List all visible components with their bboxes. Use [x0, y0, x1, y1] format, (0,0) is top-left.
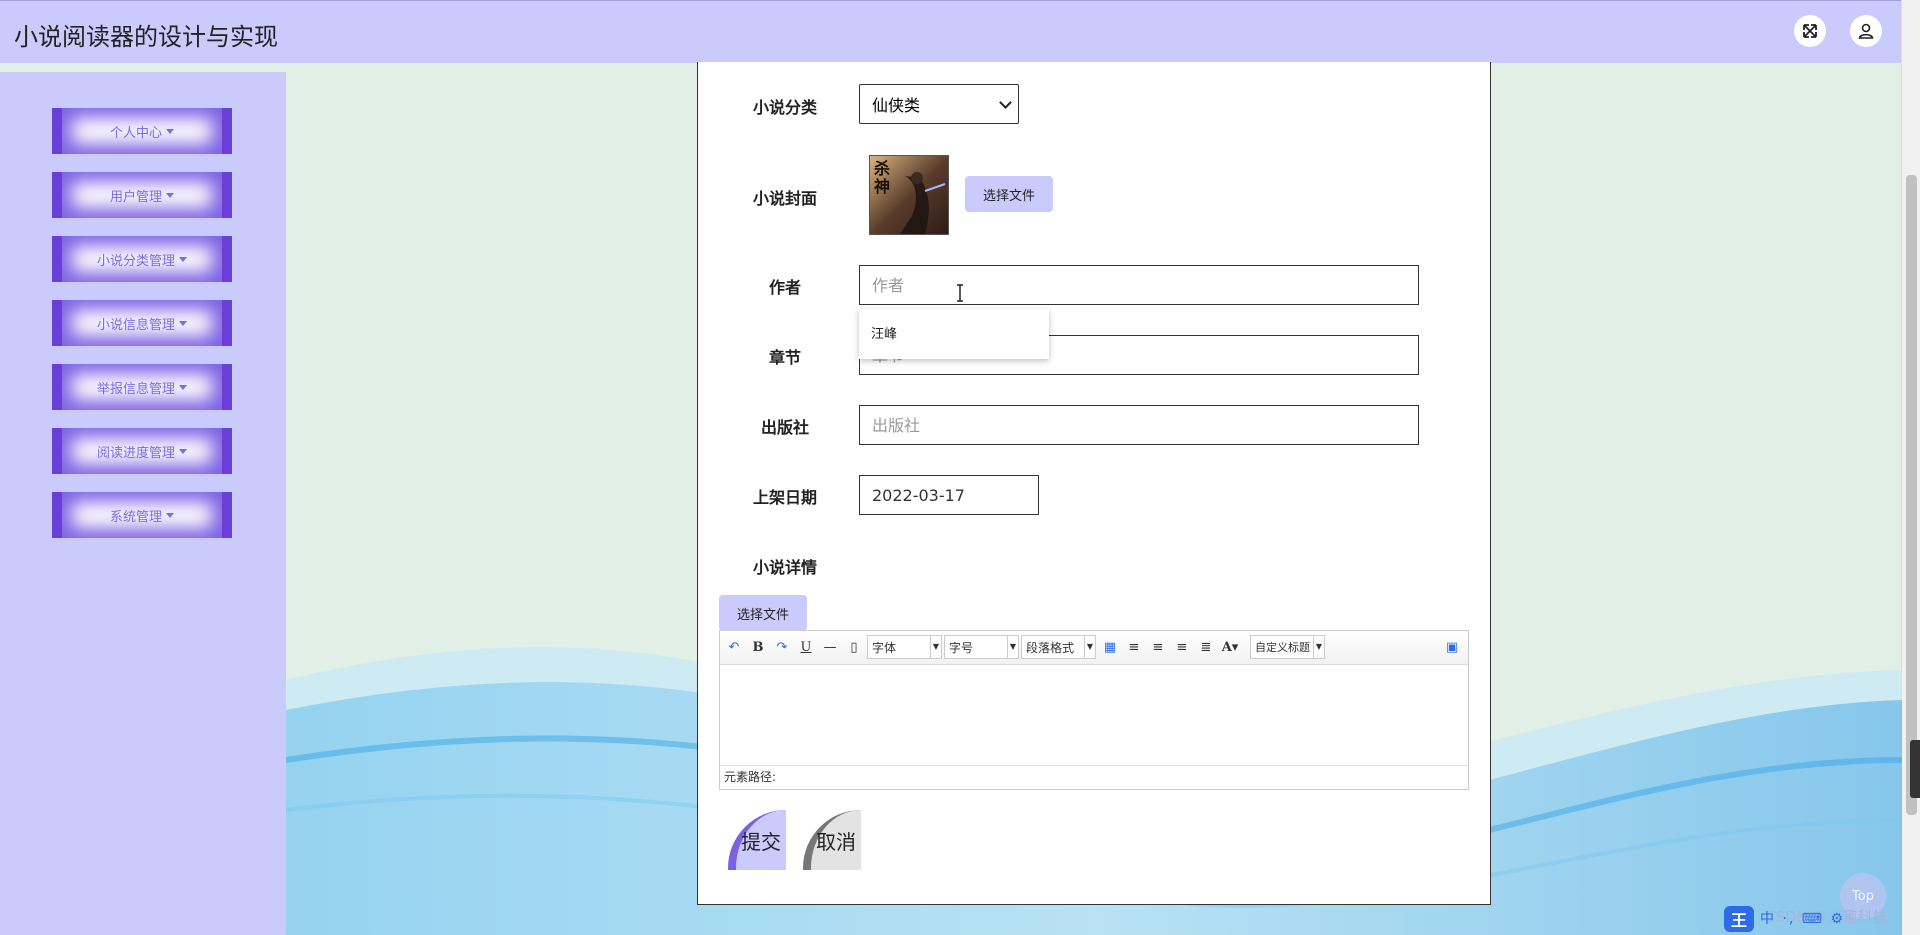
date-input[interactable] — [859, 475, 1039, 515]
editor-status-bar: 元素路径: — [720, 765, 1468, 789]
redo-icon[interactable]: ↷ — [772, 637, 792, 657]
align-center-icon[interactable]: ≡ — [1172, 637, 1192, 657]
ime-logo-icon[interactable]: 王 — [1724, 906, 1754, 932]
sidebar-item-category-management[interactable]: 小说分类管理 — [52, 236, 232, 282]
sidebar-item-label: 阅读进度管理 — [96, 445, 175, 461]
sidebar-item-label: 小说分类管理 — [96, 253, 175, 269]
submit-button[interactable]: 提交 — [728, 810, 786, 870]
bold-icon[interactable]: B — [748, 637, 768, 657]
caret-down-icon — [166, 192, 174, 198]
sidebar-item-personal-center[interactable]: 个人中心 — [52, 108, 232, 154]
horizontal-rule-icon[interactable]: — — [820, 637, 840, 657]
sidebar-item-label: 系统管理 — [109, 509, 162, 525]
dropdown-arrow-icon: ▼ — [1084, 636, 1095, 658]
category-select-value: 仙侠类 — [872, 96, 921, 115]
dropdown-arrow-icon: ▼ — [1007, 636, 1018, 658]
cover-label: 小说封面 — [752, 189, 817, 208]
paragraph-combo-label: 段落格式 — [1026, 641, 1075, 655]
category-select[interactable]: 仙侠类 — [859, 84, 1019, 124]
chapter-label: 章节 — [768, 348, 801, 367]
editor-content-area[interactable] — [720, 664, 1468, 764]
size-combo-label: 字号 — [949, 641, 974, 655]
caret-down-icon — [166, 128, 174, 134]
fullscreen-button[interactable] — [1794, 15, 1826, 47]
font-combo-label: 字体 — [872, 641, 897, 655]
publisher-input[interactable] — [859, 405, 1419, 445]
dropdown-arrow-icon: ▼ — [1313, 636, 1324, 658]
cancel-button[interactable]: 取消 — [803, 810, 861, 870]
cover-title-text: 杀神 — [874, 159, 891, 196]
autocomplete-option[interactable]: 汪峰 — [871, 323, 897, 342]
underline-icon[interactable]: U — [796, 637, 816, 657]
side-handle[interactable] — [1910, 740, 1920, 798]
ime-toolbar[interactable]: 中 ·, ⌨ ⚙ — [1760, 908, 1845, 928]
sidebar-item-label: 个人中心 — [109, 125, 162, 141]
table-icon[interactable]: ▦ — [1100, 637, 1120, 657]
sidebar-item-user-management[interactable]: 用户管理 — [52, 172, 232, 218]
caret-down-icon — [179, 320, 187, 326]
sidebar-item-novel-info-management[interactable]: 小说信息管理 — [52, 300, 232, 346]
caret-down-icon — [179, 384, 187, 390]
chevron-down-icon — [999, 96, 1012, 109]
user-icon — [1858, 23, 1874, 39]
caret-down-icon — [166, 512, 174, 518]
expand-icon — [1803, 24, 1817, 38]
scrollbar-thumb[interactable] — [1906, 175, 1917, 815]
detail-label: 小说详情 — [752, 558, 817, 577]
sidebar-item-reading-progress-management[interactable]: 阅读进度管理 — [52, 428, 232, 474]
cover-choose-file-button[interactable]: 选择文件 — [965, 176, 1053, 212]
paragraph-format-select[interactable]: 段落格式 ▼ — [1021, 635, 1096, 659]
sidebar: 个人中心 用户管理 小说分类管理 小说信息管理 举报信息管理 阅读进度管理 系统… — [0, 72, 286, 935]
caret-down-icon — [179, 448, 187, 454]
align-right-icon[interactable]: ≡ — [1148, 637, 1168, 657]
author-input[interactable] — [859, 265, 1419, 305]
custom-title-select[interactable]: 自定义标题 ▼ — [1250, 635, 1325, 659]
sidebar-item-label: 用户管理 — [109, 189, 162, 205]
author-autocomplete: 汪峰 — [859, 309, 1049, 359]
caret-down-icon — [179, 256, 187, 262]
app-title: 小说阅读器的设计与实现 — [14, 23, 278, 51]
detail-choose-file-button[interactable]: 选择文件 — [719, 595, 807, 631]
user-button[interactable] — [1850, 15, 1882, 47]
align-left-icon[interactable]: ≡ — [1124, 637, 1144, 657]
sidebar-item-label: 小说信息管理 — [96, 317, 175, 333]
font-color-icon[interactable]: A▾ — [1220, 637, 1240, 657]
sidebar-item-report-management[interactable]: 举报信息管理 — [52, 364, 232, 410]
cover-image: 杀神 — [869, 155, 949, 235]
category-label: 小说分类 — [752, 98, 817, 117]
custom-title-combo-label: 自定义标题 — [1255, 641, 1310, 654]
preview-icon[interactable]: ▣ — [1442, 637, 1462, 657]
dropdown-arrow-icon: ▼ — [930, 636, 941, 658]
date-label: 上架日期 — [752, 488, 817, 507]
rich-text-editor: ↶ B ↷ U — ▯ 字体 ▼ 字号 ▼ 段落格式 ▼ ▦ ≡ ≡ ≡ ≣ A… — [719, 630, 1469, 790]
font-size-select[interactable]: 字号 ▼ — [944, 635, 1019, 659]
sidebar-item-label: 举报信息管理 — [96, 381, 175, 397]
author-label: 作者 — [768, 278, 801, 297]
top-header: 小说阅读器的设计与实现 — [0, 0, 1902, 63]
new-document-icon[interactable]: ▯ — [844, 637, 864, 657]
novel-form-panel: 小说分类 仙侠类 小说封面 杀神 选择文件 作者 汪峰 章节 — [697, 62, 1491, 905]
sidebar-item-system-management[interactable]: 系统管理 — [52, 492, 232, 538]
font-family-select[interactable]: 字体 ▼ — [867, 635, 942, 659]
undo-icon[interactable]: ↶ — [724, 637, 744, 657]
text-cursor-icon — [957, 284, 963, 302]
publisher-label: 出版社 — [760, 418, 809, 437]
editor-toolbar: ↶ B ↷ U — ▯ 字体 ▼ 字号 ▼ 段落格式 ▼ ▦ ≡ ≡ ≡ ≣ A… — [720, 631, 1468, 665]
align-justify-icon[interactable]: ≣ — [1196, 637, 1216, 657]
